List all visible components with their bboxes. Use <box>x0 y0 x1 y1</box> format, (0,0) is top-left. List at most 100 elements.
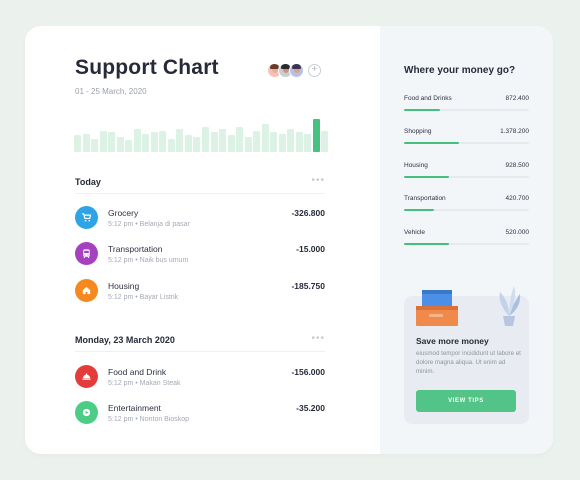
category-value: 872.400 <box>505 95 530 102</box>
transaction-amount: -156.000 <box>291 367 325 377</box>
transaction-name: Grocery <box>108 208 139 218</box>
chart-bar <box>270 132 278 152</box>
chart-bar <box>219 129 227 152</box>
section-title: Monday, 23 March 2020 <box>75 335 175 345</box>
home-icon <box>75 279 98 302</box>
category-value: 1.378.200 <box>500 128 529 135</box>
chart-bar <box>321 131 329 152</box>
category-vehicle[interactable]: Vehicle 520.000 <box>404 229 529 249</box>
cart-icon <box>75 206 98 229</box>
page-title: Support Chart <box>75 56 219 79</box>
promo-description: eiusmod tempor incididunt ut labore et d… <box>416 350 521 375</box>
promo-title: Save more money <box>416 336 489 346</box>
transaction-name: Transportation <box>108 244 163 254</box>
chart-bar <box>125 140 133 152</box>
chart-bar <box>150 132 158 152</box>
section-header-monday: Monday, 23 March 2020 ••• <box>75 333 325 349</box>
chart-bar <box>193 137 201 152</box>
chart-bar <box>227 135 235 152</box>
transaction-meta: 5:12 pm • Nonton Bioskop <box>108 416 190 423</box>
chart-bar <box>167 139 175 152</box>
chart-bar <box>312 119 320 152</box>
progress-track <box>404 176 529 178</box>
chart-bar <box>253 131 261 152</box>
chart-bar <box>236 127 244 152</box>
chart-bar <box>244 137 252 152</box>
progress-fill <box>404 209 434 211</box>
save-money-card: Save more money eiusmod tempor incididun… <box>404 286 529 424</box>
chart-bar <box>261 124 269 152</box>
date-range: 01 - 25 March, 2020 <box>75 87 147 96</box>
section-header-today: Today ••• <box>75 175 325 191</box>
spending-bar-chart <box>74 119 330 152</box>
category-value: 420.700 <box>505 195 530 202</box>
chart-bar <box>278 134 286 152</box>
chart-bar <box>91 139 99 152</box>
progress-fill <box>404 142 459 144</box>
transaction-amount: -326.800 <box>291 208 325 218</box>
category-name: Transportation <box>404 195 446 202</box>
avatar-group: + <box>267 62 321 78</box>
category-transportation[interactable]: Transportation 420.700 <box>404 195 529 215</box>
transaction-meta: 5:12 pm • Belanja di pasar <box>108 221 190 228</box>
chart-bar <box>82 134 90 152</box>
more-options-icon[interactable]: ••• <box>311 333 325 344</box>
progress-track <box>404 243 529 245</box>
bus-icon <box>75 242 98 265</box>
transaction-name: Food and Drink <box>108 367 167 377</box>
transaction-amount: -185.750 <box>291 281 325 291</box>
progress-fill <box>404 243 449 245</box>
avatar[interactable] <box>289 62 304 78</box>
category-name: Food and Drinks <box>404 95 452 102</box>
sidebar-panel: Where your money go? Food and Drinks 872… <box>380 26 553 454</box>
category-name: Vehicle <box>404 229 425 236</box>
chart-bar <box>133 129 141 152</box>
category-name: Shopping <box>404 128 432 135</box>
chart-bar <box>159 131 167 152</box>
chart-bar <box>176 129 184 152</box>
chart-bar <box>108 132 116 152</box>
transaction-meta: 5:12 pm • Bayar Listrik <box>108 294 179 301</box>
transaction-amount: -15.000 <box>296 244 325 254</box>
transaction-row[interactable]: Transportation 5:12 pm • Naik bus umum -… <box>75 242 325 268</box>
transaction-row[interactable]: Entertainment 5:12 pm • Nonton Bioskop -… <box>75 401 325 427</box>
chart-bar <box>295 132 303 152</box>
transaction-meta: 5:12 pm • Makan Steak <box>108 380 181 387</box>
category-shopping[interactable]: Shopping 1.378.200 <box>404 128 529 148</box>
progress-fill <box>404 109 441 111</box>
category-food-and-drinks[interactable]: Food and Drinks 872.400 <box>404 95 529 115</box>
main-panel: Support Chart 01 - 25 March, 2020 + Toda… <box>25 26 380 454</box>
category-housing[interactable]: Housing 928.500 <box>404 162 529 182</box>
divider <box>75 193 325 194</box>
chart-bar <box>287 129 295 152</box>
category-value: 928.500 <box>505 162 530 169</box>
divider <box>75 351 325 352</box>
transaction-name: Housing <box>108 281 140 291</box>
transaction-amount: -35.200 <box>296 403 325 413</box>
progress-track <box>404 142 529 144</box>
progress-track <box>404 109 529 111</box>
transaction-row[interactable]: Housing 5:12 pm • Bayar Listrik -185.750 <box>75 279 325 305</box>
transaction-meta: 5:12 pm • Naik bus umum <box>108 257 189 264</box>
category-value: 520.000 <box>505 229 530 236</box>
chart-bar <box>74 135 81 152</box>
transaction-row[interactable]: Food and Drink 5:12 pm • Makan Steak -15… <box>75 365 325 391</box>
support-chart-card: Support Chart 01 - 25 March, 2020 + Toda… <box>25 26 553 454</box>
progress-track <box>404 209 529 211</box>
more-options-icon[interactable]: ••• <box>311 175 325 186</box>
view-tips-button[interactable]: VIEW TIPS <box>416 390 516 412</box>
add-member-button[interactable]: + <box>308 63 321 77</box>
play-icon <box>75 401 98 424</box>
progress-fill <box>404 176 449 178</box>
chart-bar <box>184 135 192 152</box>
chart-bar <box>210 132 218 152</box>
boxes-plant-illustration <box>416 286 521 326</box>
category-name: Housing <box>404 162 428 169</box>
chart-bar <box>202 127 209 152</box>
transaction-name: Entertainment <box>108 403 161 413</box>
chart-bar <box>142 134 150 152</box>
sidebar-title: Where your money go? <box>404 65 516 76</box>
food-icon <box>75 365 98 388</box>
transaction-row[interactable]: Grocery 5:12 pm • Belanja di pasar -326.… <box>75 206 325 232</box>
chart-bar <box>304 134 312 152</box>
